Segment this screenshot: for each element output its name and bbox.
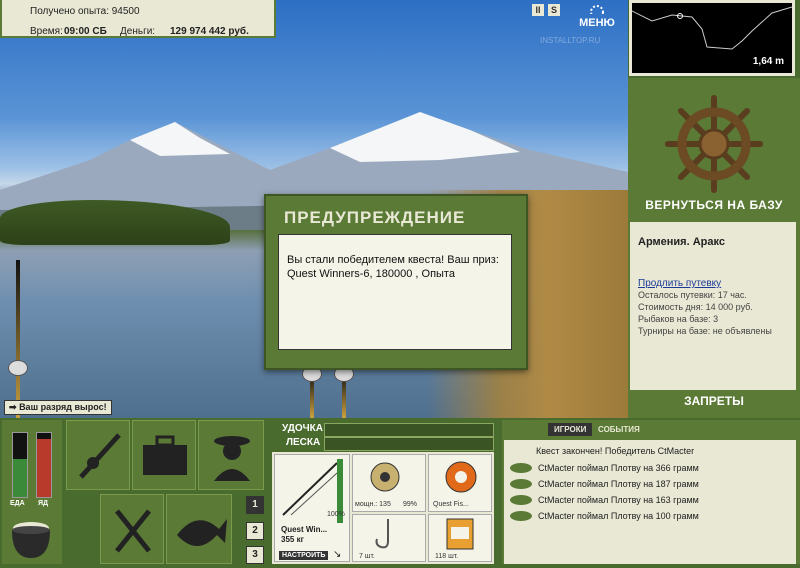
line-slot[interactable]: Quest Fis... [428, 454, 492, 512]
poison-label: ЯД [38, 500, 49, 507]
reel-percent: 99% [403, 501, 418, 508]
reel-slot[interactable]: мощн.: 135 99% [352, 454, 426, 512]
bait-pack-icon [446, 518, 474, 550]
fish-icon [510, 463, 532, 473]
rod-weight: 355 кг [281, 535, 304, 544]
return-to-base-button[interactable]: ВЕРНУТЬСЯ НА БАЗУ [628, 198, 800, 212]
hook-icon [375, 519, 389, 549]
hook-slot[interactable]: 7 шт. [352, 514, 426, 562]
tournaments: Турниры на базе: не объявлены [638, 326, 772, 336]
line-spool-icon [445, 461, 477, 493]
experience-text: Получено опыта: 94500 [30, 6, 140, 17]
poison-meter [36, 432, 52, 498]
list-item: CtMacter поймал Плотву на 100 грамм [504, 508, 796, 524]
fork-knife-icon [115, 509, 151, 553]
gear-icon [590, 5, 604, 19]
dialog-title: ПРЕДУПРЕЖДЕНИЕ [284, 208, 466, 227]
fisherman-icon [214, 436, 250, 481]
hook-count: 7 шт. [359, 553, 375, 560]
tab-3[interactable]: 3 [246, 546, 264, 564]
menu-label: МЕНЮ [579, 17, 615, 29]
event-text: CtMacter поймал Плотву на 100 грамм [538, 511, 699, 521]
food-meter [12, 432, 28, 498]
fish-icon [510, 479, 532, 489]
sound-button[interactable]: S [548, 4, 560, 16]
list-item: CtMacter поймал Плотву на 187 грамм [504, 476, 796, 492]
fishing-rod-icon [282, 462, 338, 516]
bait-slot[interactable]: 118 шт. [428, 514, 492, 562]
line-name: Quest Fis... [433, 501, 469, 508]
stats-panel: Получено опыта: 94500 Время: 09:00 СБ Де… [0, 0, 276, 38]
bait-count: 118 шт. [435, 553, 459, 560]
money-value: 129 974 442 руб. [170, 26, 249, 37]
rod-tackle-icon [79, 433, 121, 479]
money-label: Деньги: [120, 26, 156, 37]
fishers-count: Рыбаков на базе: 3 [638, 314, 719, 324]
line-label: ЛЕСКА [286, 437, 321, 448]
reel-icon [370, 462, 400, 492]
rod-label: УДОЧКА [282, 423, 323, 434]
event-text: CtMacter поймал Плотву на 366 грамм [538, 463, 699, 473]
rank-up-notice[interactable]: ➡ Ваш разряд вырос! [4, 400, 112, 415]
rod-left[interactable] [16, 260, 20, 418]
fish-icon [510, 511, 532, 521]
events-list: Квест закончен! Победитель CtMacter CtMa… [504, 440, 796, 564]
poison-meter-fill [37, 439, 51, 497]
event-text: CtMacter поймал Плотву на 187 грамм [538, 479, 699, 489]
extend-permit-link[interactable]: Продлить путевку [638, 278, 721, 289]
list-item: CtMacter поймал Плотву на 163 грамм [504, 492, 796, 508]
depth-value: 1,64 m [752, 56, 784, 67]
location-title: Армения. Аракс [638, 236, 725, 248]
tab-2[interactable]: 2 [246, 522, 264, 540]
menu-button[interactable]: МЕНЮ [576, 4, 618, 29]
dialog-message: Вы стали победителем квеста! Ваш приз: Q… [278, 234, 512, 350]
line-bar [324, 437, 494, 451]
tab-players[interactable]: ИГРОКИ [548, 423, 593, 436]
ship-wheel-icon[interactable] [664, 94, 764, 194]
rod-name: Quest Win... [281, 525, 328, 534]
tab-events[interactable]: СОБЫТИЯ [598, 425, 640, 434]
rod-bar [324, 423, 494, 437]
equipment-panel: 100% Quest Win... 355 кг НАСТРОИТЬ ↘ мощ… [272, 452, 494, 564]
location-info: Армения. Аракс Продлить путевку Осталось… [630, 222, 796, 390]
bans-button[interactable]: ЗАПРЕТЫ [628, 394, 800, 408]
event-header: Квест закончен! Победитель CtMacter [536, 446, 695, 456]
tab-1[interactable]: 1 [246, 496, 264, 514]
time-value: 09:00 СБ [64, 26, 107, 37]
pot-icon[interactable] [8, 518, 54, 560]
event-text: CtMacter поймал Плотву на 163 грамм [538, 495, 699, 505]
day-cost: Стоимость дня: 14 000 руб. [638, 302, 753, 312]
tackle-box-tile[interactable] [132, 420, 196, 490]
permit-remaining: Осталось путевки: 17 час. [638, 290, 747, 300]
fish-icon [510, 495, 532, 505]
watermark: INSTALLTOP.RU [540, 36, 601, 45]
time-label: Время: [30, 26, 63, 37]
fish-tile[interactable] [166, 494, 232, 564]
tune-button[interactable]: НАСТРОИТЬ [279, 551, 329, 560]
rank-up-text: Ваш разряд вырос! [19, 402, 107, 412]
reel-power: мощн.: 135 [355, 501, 391, 508]
list-item: CtMacter поймал Плотву на 366 грамм [504, 460, 796, 476]
arrow-icon: ➡ [9, 402, 17, 412]
top-icons: II S [532, 4, 564, 16]
rod-percent: 100% [327, 511, 345, 518]
warning-dialog[interactable]: ПРЕДУПРЕЖДЕНИЕ Вы стали победителем квес… [264, 194, 528, 370]
fisherman-tile[interactable] [198, 420, 264, 490]
food-tile[interactable] [100, 494, 164, 564]
reel-left-icon [8, 360, 28, 376]
depth-map[interactable]: 1,64 m [629, 0, 795, 76]
rod-slot[interactable]: 100% Quest Win... 355 кг НАСТРОИТЬ ↘ [274, 454, 350, 562]
food-meter-fill [13, 458, 27, 497]
rod-tackle-tile[interactable] [66, 420, 130, 490]
pause-button[interactable]: II [532, 4, 544, 16]
arrow-down-icon: ↘ [333, 549, 342, 560]
food-label: ЕДА [10, 500, 25, 507]
tackle-box-icon [143, 435, 187, 475]
fish-icon [177, 519, 227, 546]
